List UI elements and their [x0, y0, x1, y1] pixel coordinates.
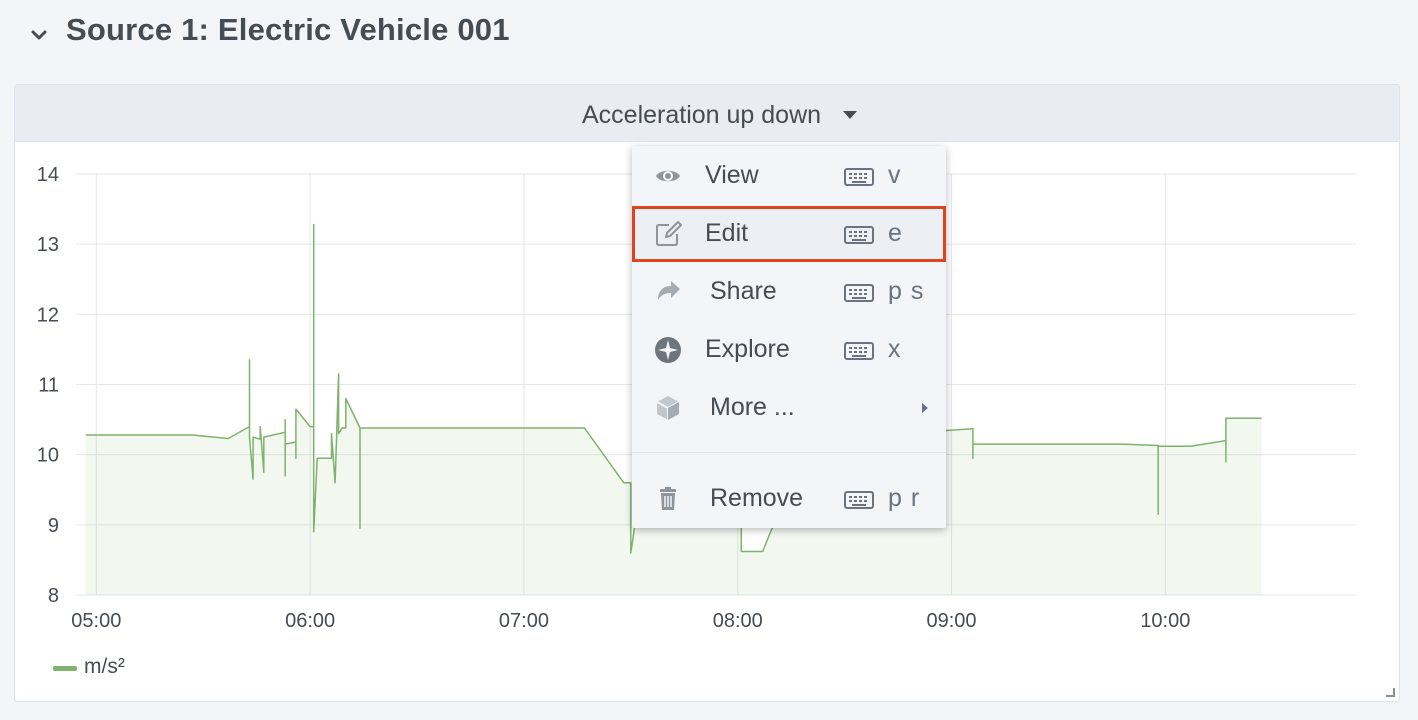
keyboard-icon [844, 342, 874, 360]
menu-item-shortcut: v [888, 161, 902, 189]
x-tick-label: 06:00 [285, 610, 335, 632]
keyboard-icon [844, 226, 874, 244]
menu-item-label: More ... [710, 393, 795, 421]
menu-item-label: Explore [705, 335, 790, 363]
y-tick-label: 14 [37, 164, 59, 186]
chevron-right-icon [922, 403, 928, 413]
keyboard-icon [844, 491, 874, 509]
menu-item-shortcut: x [888, 335, 902, 363]
panel-context-menu: View v Edit e Share p s Explore x More .… [632, 146, 946, 528]
row-header: Source 1: Electric Vehicle 001 [0, 0, 1418, 70]
cube-icon [656, 396, 680, 420]
keyboard-icon [844, 168, 874, 186]
menu-item-explore[interactable]: Explore x [632, 322, 946, 378]
legend-swatch [53, 666, 77, 671]
row-title[interactable]: Source 1: Electric Vehicle 001 [66, 12, 510, 48]
menu-item-shortcut: e [888, 219, 903, 247]
menu-divider [632, 452, 946, 453]
compass-icon [655, 337, 681, 363]
y-tick-label: 12 [37, 304, 59, 326]
menu-item-remove[interactable]: Remove p r [632, 471, 946, 527]
share-icon [658, 281, 680, 300]
y-tick-label: 9 [48, 515, 59, 537]
menu-item-label: Remove [710, 484, 804, 512]
legend-label[interactable]: m/s² [84, 655, 125, 679]
menu-item-view[interactable]: View v [632, 148, 946, 204]
x-tick-label: 09:00 [927, 610, 977, 632]
menu-item-shortcut: p s [888, 277, 925, 305]
x-tick-label: 08:00 [713, 610, 763, 632]
trash-icon [660, 487, 676, 510]
eye-icon [656, 170, 680, 182]
menu-item-shortcut: p r [888, 484, 921, 512]
menu-item-label: Edit [705, 219, 749, 247]
y-tick-label: 11 [38, 375, 59, 397]
y-tick-label: 10 [37, 445, 59, 467]
edit-icon [656, 221, 682, 246]
menu-item-more[interactable]: More ... [632, 380, 946, 436]
resize-handle-icon[interactable] [1383, 685, 1395, 697]
x-tick-label: 10:00 [1140, 610, 1190, 632]
y-tick-label: 13 [37, 234, 59, 256]
menu-item-edit[interactable]: Edit e [632, 206, 946, 262]
menu-item-label: Share [710, 277, 777, 305]
x-tick-label: 05:00 [71, 610, 121, 632]
menu-item-label: View [705, 161, 759, 189]
x-tick-label: 07:00 [499, 610, 549, 632]
menu-item-share[interactable]: Share p s [632, 264, 946, 320]
keyboard-icon [844, 284, 874, 302]
chevron-down-icon[interactable] [28, 24, 50, 46]
y-tick-label: 8 [48, 585, 59, 607]
